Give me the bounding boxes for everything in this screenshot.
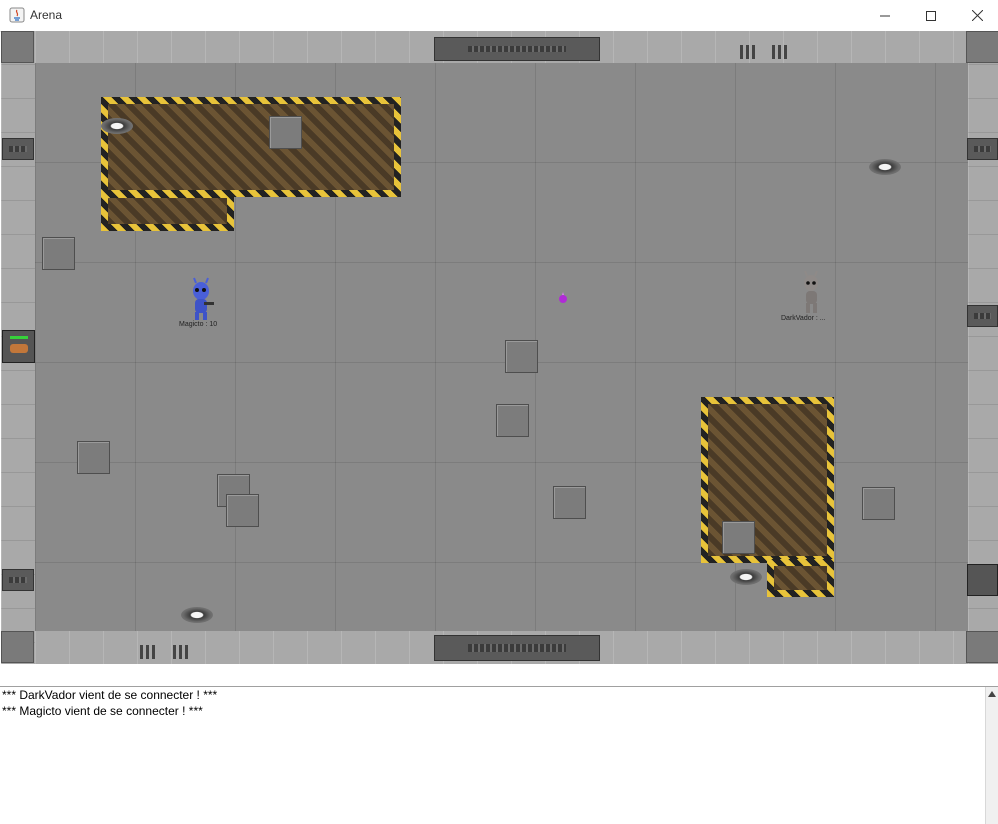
left-terminal	[2, 330, 35, 363]
hazard-zone	[767, 559, 834, 597]
crate	[505, 340, 538, 373]
vent	[740, 45, 755, 59]
chat-scrollbar[interactable]	[985, 687, 998, 824]
player-alien-grey-icon[interactable]	[796, 271, 826, 315]
crate	[722, 521, 755, 554]
game-arena[interactable]: Magicto : 10 DarkVador : ...	[1, 31, 998, 664]
corner-block	[1, 631, 34, 663]
crate	[226, 494, 259, 527]
right-wall-panel	[967, 138, 998, 160]
crate	[553, 486, 586, 519]
teleport-pad	[181, 607, 213, 623]
crate	[862, 487, 895, 520]
close-button[interactable]	[954, 0, 998, 31]
scroll-up-button[interactable]	[986, 687, 998, 701]
vent	[173, 645, 188, 659]
teleport-pad	[730, 569, 762, 585]
chat-message: *** Magicto vient de se connecter ! ***	[2, 704, 203, 718]
player-alien-blue-icon[interactable]	[186, 277, 216, 321]
hazard-zone	[101, 97, 401, 197]
hazard-zone	[701, 397, 834, 563]
teleport-pad	[101, 118, 133, 134]
top-door-panel	[434, 37, 600, 61]
teleport-pad	[869, 159, 901, 175]
java-app-icon	[9, 7, 25, 23]
purple-orb-icon	[559, 292, 567, 303]
window-titlebar: Arena	[0, 0, 998, 32]
player-label: Magicto : 10	[179, 321, 218, 328]
player-label: DarkVador : ...	[781, 315, 826, 322]
hazard-zone	[101, 191, 234, 231]
right-wall-panel	[967, 305, 998, 327]
left-wall-panel	[2, 569, 34, 591]
chat-message: *** DarkVador vient de se connecter ! **…	[2, 688, 218, 702]
crate	[269, 116, 302, 149]
corner-block	[1, 31, 34, 63]
window-title: Arena	[30, 8, 63, 22]
left-wall-panel	[2, 138, 34, 160]
crate	[496, 404, 529, 437]
minimize-icon	[880, 15, 890, 16]
corner-block	[966, 31, 998, 63]
chat-input-strip[interactable]	[0, 664, 998, 687]
maximize-button[interactable]	[908, 0, 954, 31]
corner-block	[966, 631, 998, 663]
chat-log[interactable]: *** DarkVador vient de se connecter ! **…	[0, 687, 985, 824]
minimize-button[interactable]	[862, 0, 908, 31]
maximize-icon	[926, 10, 936, 21]
chevron-up-icon	[988, 691, 996, 697]
bottom-door-panel	[434, 635, 600, 661]
close-icon	[971, 10, 983, 21]
crate	[42, 237, 75, 270]
crate	[77, 441, 110, 474]
right-terminal	[967, 564, 998, 596]
vent	[772, 45, 787, 59]
vent	[140, 645, 155, 659]
